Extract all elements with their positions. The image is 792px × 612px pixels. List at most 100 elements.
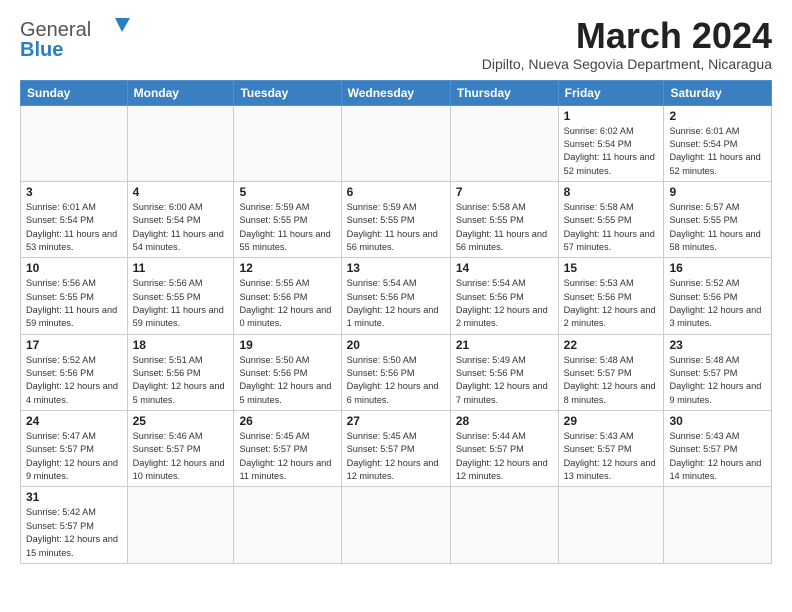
day-info: Sunrise: 5:48 AM Sunset: 5:57 PM Dayligh… [669,354,766,407]
day-info: Sunrise: 5:43 AM Sunset: 5:57 PM Dayligh… [669,430,766,483]
header-day-tuesday: Tuesday [234,80,341,105]
calendar-cell [21,105,128,181]
day-number: 11 [133,261,229,275]
calendar-cell: 18Sunrise: 5:51 AM Sunset: 5:56 PM Dayli… [127,334,234,410]
day-info: Sunrise: 5:50 AM Sunset: 5:56 PM Dayligh… [347,354,445,407]
day-info: Sunrise: 5:56 AM Sunset: 5:55 PM Dayligh… [26,277,122,330]
day-info: Sunrise: 5:47 AM Sunset: 5:57 PM Dayligh… [26,430,122,483]
calendar-cell: 9 Sunrise: 5:57 AM Sunset: 5:55 PM Daylig… [664,181,772,257]
calendar-cell: 23Sunrise: 5:48 AM Sunset: 5:57 PM Dayli… [664,334,772,410]
day-number: 17 [26,338,122,352]
calendar-cell [234,487,341,563]
day-number: 5 [239,185,335,199]
day-number: 24 [26,414,122,428]
calendar-cell: 2Sunrise: 6:01 AM Sunset: 5:54 PM Daylig… [664,105,772,181]
week-row-3: 17 Sunrise: 5:52 AM Sunset: 5:56 PM Dayli… [21,334,772,410]
calendar-cell: 27 Sunrise: 5:45 AM Sunset: 5:57 PM Dayli… [341,411,450,487]
day-info: Sunrise: 6:01 AM Sunset: 5:54 PM Dayligh… [669,125,766,178]
day-number: 14 [456,261,553,275]
calendar-cell: 19 Sunrise: 5:50 AM Sunset: 5:56 PM Dayli… [234,334,341,410]
day-info: Sunrise: 5:59 AM Sunset: 5:55 PM Dayligh… [239,201,335,254]
week-row-4: 24 Sunrise: 5:47 AM Sunset: 5:57 PM Dayli… [21,411,772,487]
header-day-wednesday: Wednesday [341,80,450,105]
calendar-cell: 31 Sunrise: 5:42 AM Sunset: 5:57 PM Dayli… [21,487,128,563]
calendar-cell [127,105,234,181]
calendar-cell: 3Sunrise: 6:01 AM Sunset: 5:54 PM Daylig… [21,181,128,257]
calendar-cell: 11 Sunrise: 5:56 AM Sunset: 5:55 PM Dayli… [127,258,234,334]
header: General Blue March 2024 Dipilto, Nueva S… [20,16,772,72]
day-info: Sunrise: 5:48 AM Sunset: 5:57 PM Dayligh… [564,354,659,407]
logo: General Blue [20,16,130,60]
day-info: Sunrise: 5:54 AM Sunset: 5:56 PM Dayligh… [347,277,445,330]
calendar-cell: 4Sunrise: 6:00 AM Sunset: 5:54 PM Daylig… [127,181,234,257]
calendar-cell [450,105,558,181]
day-number: 27 [347,414,445,428]
day-number: 9 [669,185,766,199]
calendar-header-row: SundayMondayTuesdayWednesdayThursdayFrid… [21,80,772,105]
calendar-cell: 16Sunrise: 5:52 AM Sunset: 5:56 PM Dayli… [664,258,772,334]
day-info: Sunrise: 6:02 AM Sunset: 5:54 PM Dayligh… [564,125,659,178]
calendar-cell: 7 Sunrise: 5:58 AM Sunset: 5:55 PM Daylig… [450,181,558,257]
day-number: 21 [456,338,553,352]
calendar-cell: 8 Sunrise: 5:58 AM Sunset: 5:55 PM Daylig… [558,181,664,257]
day-info: Sunrise: 5:49 AM Sunset: 5:56 PM Dayligh… [456,354,553,407]
day-info: Sunrise: 5:57 AM Sunset: 5:55 PM Dayligh… [669,201,766,254]
header-day-friday: Friday [558,80,664,105]
day-number: 18 [133,338,229,352]
calendar-cell: 26 Sunrise: 5:45 AM Sunset: 5:57 PM Dayli… [234,411,341,487]
day-info: Sunrise: 5:58 AM Sunset: 5:55 PM Dayligh… [456,201,553,254]
page: General Blue March 2024 Dipilto, Nueva S… [0,0,792,574]
calendar-cell: 14 Sunrise: 5:54 AM Sunset: 5:56 PM Dayli… [450,258,558,334]
day-number: 4 [133,185,229,199]
day-info: Sunrise: 5:56 AM Sunset: 5:55 PM Dayligh… [133,277,229,330]
day-number: 16 [669,261,766,275]
calendar-cell [664,487,772,563]
day-number: 29 [564,414,659,428]
calendar-cell: 22 Sunrise: 5:48 AM Sunset: 5:57 PM Dayli… [558,334,664,410]
day-info: Sunrise: 5:55 AM Sunset: 5:56 PM Dayligh… [239,277,335,330]
calendar: SundayMondayTuesdayWednesdayThursdayFrid… [20,80,772,564]
day-info: Sunrise: 5:50 AM Sunset: 5:56 PM Dayligh… [239,354,335,407]
calendar-cell [127,487,234,563]
day-number: 30 [669,414,766,428]
day-info: Sunrise: 5:52 AM Sunset: 5:56 PM Dayligh… [26,354,122,407]
week-row-1: 3Sunrise: 6:01 AM Sunset: 5:54 PM Daylig… [21,181,772,257]
day-info: Sunrise: 5:58 AM Sunset: 5:55 PM Dayligh… [564,201,659,254]
day-number: 7 [456,185,553,199]
calendar-cell [450,487,558,563]
week-row-0: 1 Sunrise: 6:02 AM Sunset: 5:54 PM Daylig… [21,105,772,181]
svg-text:General: General [20,19,91,41]
day-number: 1 [564,109,659,123]
calendar-cell: 29 Sunrise: 5:43 AM Sunset: 5:57 PM Dayli… [558,411,664,487]
calendar-cell [558,487,664,563]
calendar-cell: 20Sunrise: 5:50 AM Sunset: 5:56 PM Dayli… [341,334,450,410]
day-number: 19 [239,338,335,352]
calendar-cell: 30 Sunrise: 5:43 AM Sunset: 5:57 PM Dayli… [664,411,772,487]
day-number: 12 [239,261,335,275]
day-number: 22 [564,338,659,352]
day-number: 28 [456,414,553,428]
day-info: Sunrise: 5:54 AM Sunset: 5:56 PM Dayligh… [456,277,553,330]
calendar-cell: 10Sunrise: 5:56 AM Sunset: 5:55 PM Dayli… [21,258,128,334]
day-info: Sunrise: 5:45 AM Sunset: 5:57 PM Dayligh… [347,430,445,483]
calendar-cell: 17 Sunrise: 5:52 AM Sunset: 5:56 PM Dayli… [21,334,128,410]
day-number: 8 [564,185,659,199]
day-number: 26 [239,414,335,428]
calendar-cell: 1 Sunrise: 6:02 AM Sunset: 5:54 PM Daylig… [558,105,664,181]
calendar-cell: 15Sunrise: 5:53 AM Sunset: 5:56 PM Dayli… [558,258,664,334]
month-title: March 2024 [482,16,772,56]
day-info: Sunrise: 5:59 AM Sunset: 5:55 PM Dayligh… [347,201,445,254]
title-area: March 2024 Dipilto, Nueva Segovia Depart… [482,16,772,72]
day-number: 25 [133,414,229,428]
day-info: Sunrise: 5:43 AM Sunset: 5:57 PM Dayligh… [564,430,659,483]
header-day-sunday: Sunday [21,80,128,105]
header-day-monday: Monday [127,80,234,105]
day-info: Sunrise: 5:42 AM Sunset: 5:57 PM Dayligh… [26,506,122,559]
svg-text:Blue: Blue [20,39,63,60]
day-info: Sunrise: 5:45 AM Sunset: 5:57 PM Dayligh… [239,430,335,483]
calendar-cell [234,105,341,181]
calendar-cell: 25Sunrise: 5:46 AM Sunset: 5:57 PM Dayli… [127,411,234,487]
day-number: 31 [26,490,122,504]
day-info: Sunrise: 6:01 AM Sunset: 5:54 PM Dayligh… [26,201,122,254]
day-number: 6 [347,185,445,199]
